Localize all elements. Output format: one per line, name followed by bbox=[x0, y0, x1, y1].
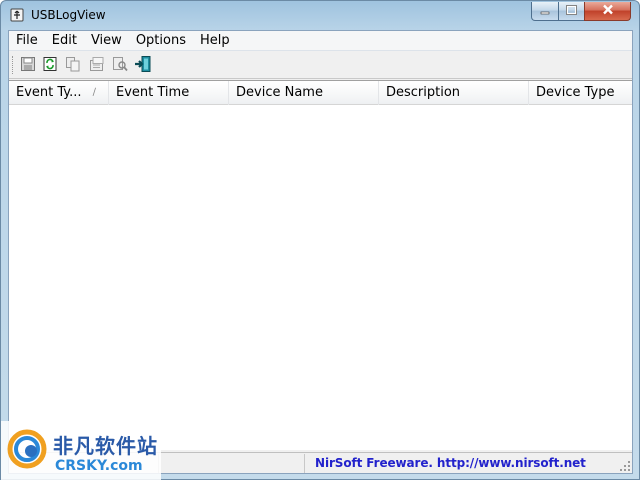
column-header-description[interactable]: Description bbox=[379, 81, 529, 105]
toolbar-grip[interactable] bbox=[12, 56, 15, 74]
refresh-icon bbox=[42, 56, 58, 75]
properties-button[interactable] bbox=[86, 55, 108, 76]
minimize-icon bbox=[540, 4, 550, 18]
find-button[interactable] bbox=[109, 55, 131, 76]
maximize-icon bbox=[566, 4, 577, 18]
find-icon bbox=[112, 56, 128, 75]
column-label: Event Ty... bbox=[16, 85, 82, 100]
save-button[interactable] bbox=[17, 55, 39, 76]
menu-file[interactable]: File bbox=[9, 31, 45, 51]
column-label: Device Type bbox=[536, 85, 615, 100]
usb-app-icon bbox=[9, 7, 25, 23]
column-label: Device Name bbox=[236, 85, 323, 100]
column-header-event-type[interactable]: Event Ty... ∕ bbox=[9, 81, 109, 105]
column-header-device-type[interactable]: Device Type bbox=[529, 81, 632, 105]
event-list[interactable]: Event Ty... ∕ Event Time Device Name Des… bbox=[9, 80, 632, 450]
sort-ascending-icon: ∕ bbox=[92, 87, 96, 98]
toolbar bbox=[9, 52, 632, 79]
menu-options[interactable]: Options bbox=[129, 31, 193, 51]
copy-icon bbox=[65, 56, 81, 75]
crsky-watermark: 非凡软件站 CRSKY.com bbox=[1, 421, 161, 481]
close-icon bbox=[602, 4, 614, 18]
client-area: File Edit View Options Help Event Ty... … bbox=[8, 30, 633, 474]
title-bar[interactable]: USBLogView bbox=[1, 1, 639, 30]
watermark-en-text: CRSKY.com bbox=[55, 458, 143, 474]
refresh-button[interactable] bbox=[39, 55, 61, 76]
menu-help[interactable]: Help bbox=[193, 31, 237, 51]
column-header-event-time[interactable]: Event Time bbox=[109, 81, 229, 105]
column-header-device-name[interactable]: Device Name bbox=[229, 81, 379, 105]
app-window: USBLogView File Edit View Options Help E… bbox=[0, 0, 640, 481]
status-pane-selected bbox=[159, 454, 305, 473]
minimize-button[interactable] bbox=[531, 2, 559, 21]
menu-edit[interactable]: Edit bbox=[45, 31, 84, 51]
maximize-button[interactable] bbox=[558, 2, 585, 21]
column-label: Description bbox=[386, 85, 461, 100]
close-button[interactable] bbox=[584, 2, 631, 21]
menu-view[interactable]: View bbox=[84, 31, 129, 51]
properties-icon bbox=[89, 56, 105, 75]
window-title: USBLogView bbox=[31, 8, 106, 22]
resize-grip-icon[interactable] bbox=[619, 460, 631, 472]
copy-button[interactable] bbox=[62, 55, 84, 76]
list-header: Event Ty... ∕ Event Time Device Name Des… bbox=[9, 81, 632, 105]
save-icon bbox=[20, 56, 36, 75]
menu-bar: File Edit View Options Help bbox=[9, 31, 632, 51]
exit-button[interactable] bbox=[132, 55, 154, 76]
column-label: Event Time bbox=[116, 85, 190, 100]
nirsoft-link[interactable]: NirSoft Freeware. http://www.nirsoft.net bbox=[315, 456, 586, 470]
watermark-cn-text: 非凡软件站 bbox=[53, 434, 158, 458]
exit-icon bbox=[134, 55, 152, 76]
